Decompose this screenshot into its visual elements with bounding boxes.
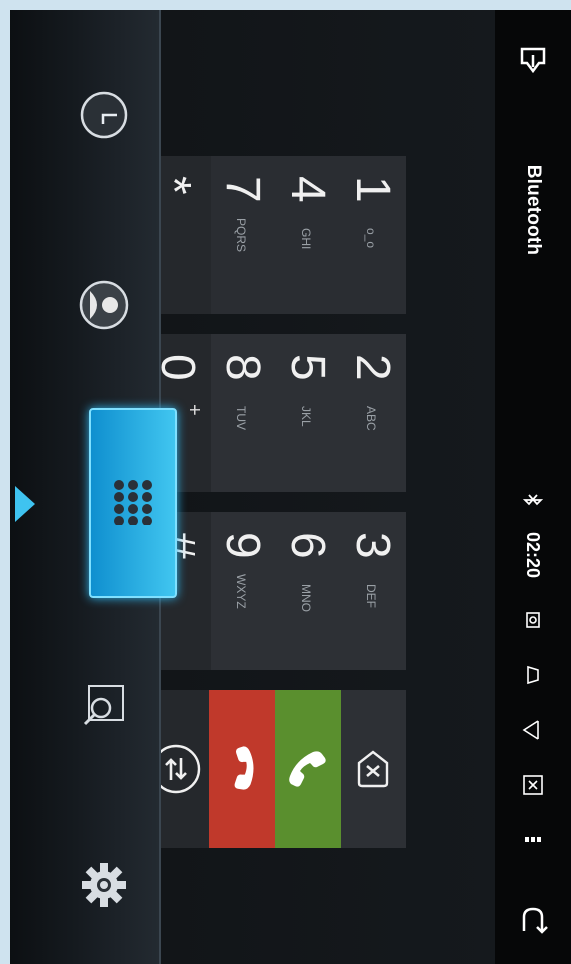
exit-icon[interactable] [495,30,571,90]
key-digit: 3 [346,532,399,559]
key-letters: MNO [299,584,313,612]
key-column-3: 3 DEF 6 MNO 9 WXYZ # [144,512,406,670]
key-letters: JKL [299,406,313,427]
key-8[interactable]: 8 TUV [211,334,276,492]
key-letters: WXYZ [234,574,248,609]
key-digit: 2 [346,354,399,381]
key-letters: GHI [299,228,313,250]
key-7[interactable]: 7 PQRS [211,156,276,314]
key-digit: 4 [281,176,334,203]
action-column [144,690,406,848]
key-5[interactable]: 5 JKL [276,334,341,492]
key-6[interactable]: 6 MNO [276,512,341,670]
bottom-dock [10,10,177,964]
contacts-icon[interactable] [69,270,139,340]
key-digit: 6 [281,532,334,559]
key-column-2: 2 ABC 5 JKL 8 TUV 0 + [144,334,406,492]
key-3[interactable]: 3 DEF [341,512,406,670]
dialpad-tab-active[interactable] [89,408,177,598]
key-9[interactable]: 9 WXYZ [211,512,276,670]
app-title: Bluetooth [523,164,544,256]
key-letters: ABC [364,406,378,431]
more-icon[interactable] [495,820,571,860]
key-letters: TUV [234,406,248,430]
key-digit: 9 [216,532,269,559]
key-digit: 8 [216,354,269,381]
close-box-icon[interactable] [495,765,571,805]
hangup-button[interactable] [209,690,275,848]
backspace-button[interactable] [341,690,406,848]
call-button[interactable] [275,690,341,848]
hangup-icon [234,746,254,790]
device-screen: Bluetooth 02:20 1 o_o 4 GHI 7 PQRS * 2 A… [10,10,571,964]
key-letters: PQRS [234,218,248,253]
dialpad-icon [113,479,153,525]
search-log-icon[interactable] [69,670,139,740]
key-digit: 7 [216,176,269,203]
active-tab-pointer [15,486,35,522]
clock-time: 02:20 [523,531,544,579]
key-letters: DEF [364,584,378,608]
key-letters: o_o [364,228,378,249]
key-digit: 1 [346,176,399,203]
key-4[interactable]: 4 GHI [276,156,341,314]
bluetooth-icon [495,480,571,520]
key-2[interactable]: 2 ABC [341,334,406,492]
play-icon[interactable] [495,710,571,750]
status-bar: Bluetooth 02:20 [495,10,571,964]
camera-icon[interactable] [495,600,571,640]
back-icon[interactable] [495,890,571,950]
phone-app: Bluetooth 02:20 1 o_o 4 GHI 7 PQRS * 2 A… [10,10,571,964]
key-column-1: 1 o_o 4 GHI 7 PQRS * [144,156,406,314]
key-digit: 5 [281,354,334,381]
key-1[interactable]: 1 o_o [341,156,406,314]
call-icon [289,751,326,787]
recents-clock-icon[interactable] [69,80,139,150]
eject-icon[interactable] [495,655,571,695]
key-plus: + [183,404,205,416]
settings-gear-icon[interactable] [69,850,139,920]
backspace-icon [358,750,389,788]
